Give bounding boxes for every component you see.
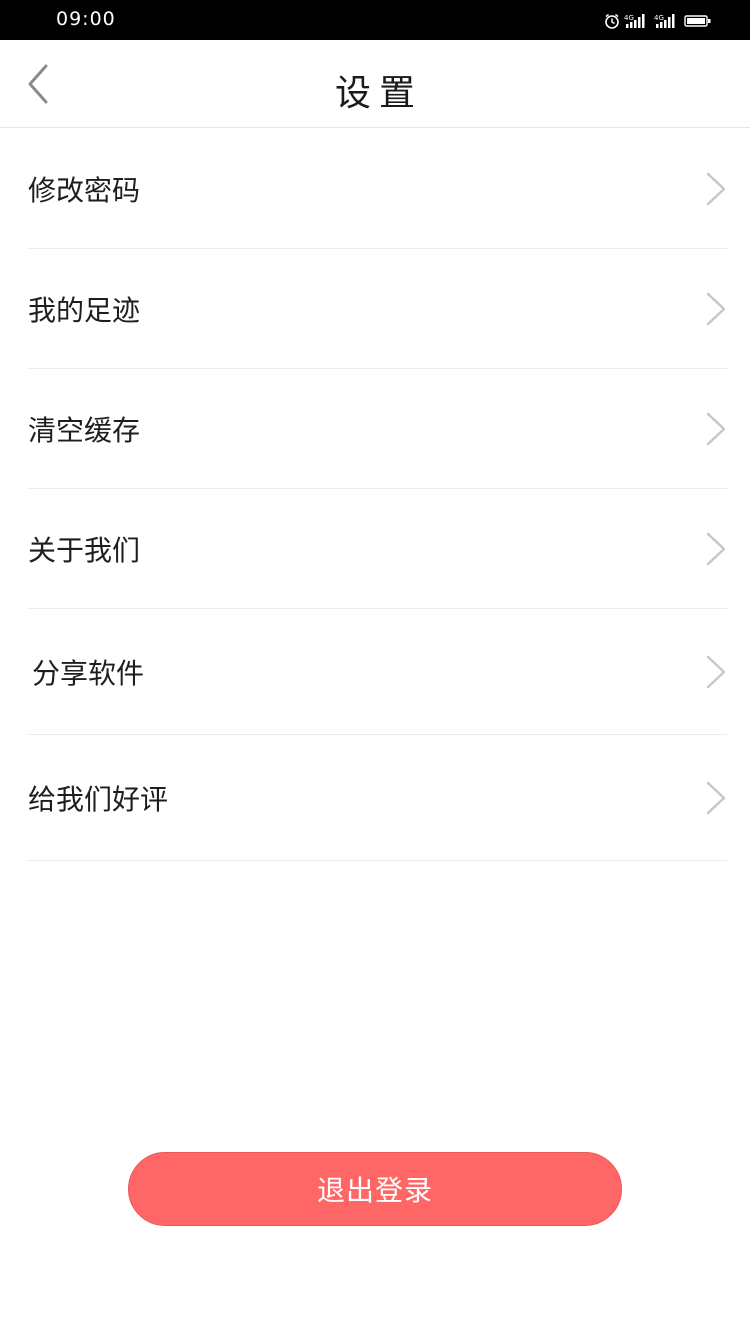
settings-item-label: 分享软件: [32, 656, 145, 690]
settings-item-label: 清空缓存: [28, 413, 141, 447]
chevron-right-icon: [706, 292, 726, 325]
settings-item-share-app[interactable]: 分享软件: [28, 609, 727, 735]
battery-icon: [684, 14, 712, 28]
status-icons: 4G 4G: [604, 11, 712, 31]
svg-text:4G: 4G: [654, 14, 664, 22]
nav-bar: 设置: [0, 40, 750, 128]
chevron-right-icon: [706, 781, 726, 814]
chevron-right-icon: [706, 655, 726, 688]
settings-item-clear-cache[interactable]: 清空缓存: [28, 369, 727, 489]
settings-screen: 09:00 4G 4G 设置 修改密码 我的足迹 清空缓存 关于我们 分享软件 …: [0, 0, 750, 1334]
chevron-right-icon: [706, 172, 726, 205]
settings-list: 修改密码 我的足迹 清空缓存 关于我们 分享软件 给我们好评: [0, 129, 750, 861]
status-time: 09:00: [56, 8, 116, 30]
settings-item-my-footprints[interactable]: 我的足迹: [28, 249, 727, 369]
settings-item-change-password[interactable]: 修改密码: [28, 129, 727, 249]
settings-item-label: 关于我们: [28, 533, 141, 567]
chevron-right-icon: [706, 412, 726, 445]
settings-item-about-us[interactable]: 关于我们: [28, 489, 727, 609]
settings-item-rate-us[interactable]: 给我们好评: [28, 735, 727, 861]
status-bar: 09:00 4G 4G: [0, 0, 750, 40]
alarm-icon: [604, 13, 620, 29]
signal-icon: 4G: [624, 13, 650, 29]
svg-text:4G: 4G: [624, 14, 634, 22]
chevron-right-icon: [706, 532, 726, 565]
settings-item-label: 我的足迹: [28, 293, 141, 327]
settings-item-label: 给我们好评: [28, 782, 169, 816]
signal-icon-2: 4G: [654, 13, 680, 29]
page-title: 设置: [334, 73, 423, 114]
logout-button[interactable]: 退出登录: [128, 1152, 622, 1226]
settings-item-label: 修改密码: [28, 173, 141, 207]
logout-button-label: 退出登录: [316, 1174, 433, 1207]
